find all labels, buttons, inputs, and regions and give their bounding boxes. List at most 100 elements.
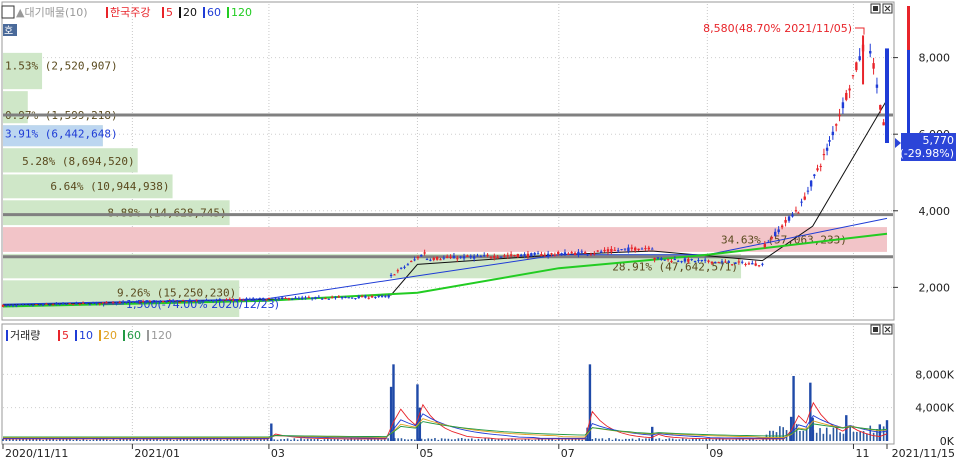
volume-bar	[404, 439, 406, 441]
candle	[754, 260, 757, 267]
volume-bar	[313, 439, 316, 441]
legend-item-supply[interactable]: ▲대기매물(10)	[16, 6, 88, 19]
candle	[855, 61, 858, 73]
legend-ma-60[interactable]: 60	[207, 6, 221, 19]
high-annotation-pointer	[855, 27, 865, 35]
volume-bar	[688, 439, 691, 441]
candle	[317, 295, 321, 298]
legend-ma-5[interactable]: 5	[166, 6, 173, 19]
volume-profile-bin: 3.91% (6,442,648)	[3, 125, 118, 147]
volume-bar	[189, 439, 192, 441]
volume-bar	[159, 439, 162, 441]
candle	[340, 296, 344, 300]
legend-ma-20[interactable]: 20	[183, 6, 197, 19]
volume-maximize-icon-inner	[873, 327, 878, 332]
volume-bar	[460, 438, 463, 441]
volume-bar	[306, 438, 309, 441]
volume-bar	[172, 439, 175, 441]
volume-bar	[882, 426, 885, 441]
volume-bar	[363, 439, 366, 441]
volume-profile-label: 5.28% (8,694,520)	[22, 155, 135, 168]
candle	[787, 215, 791, 223]
volume-bar	[872, 432, 875, 441]
volume-bar	[256, 439, 259, 441]
volume-bar	[290, 439, 292, 441]
volume-bar	[521, 439, 523, 441]
volume-bar	[712, 439, 714, 441]
x-tick-label: 11	[855, 447, 869, 460]
volume-bar	[410, 439, 413, 441]
volume-bar	[852, 431, 855, 441]
volume-legend-ma-60[interactable]: 60	[127, 329, 141, 342]
x-tick-label: 05	[419, 447, 433, 460]
current-price-value: 5,770	[923, 134, 955, 147]
volume-bar	[330, 439, 332, 441]
legend-ma-120[interactable]: 120	[231, 6, 252, 19]
candle	[809, 180, 813, 191]
volume-bar	[625, 438, 627, 441]
volume-bar	[702, 439, 704, 441]
volume-bar	[678, 439, 681, 441]
x-tick-label: 2021/11/15	[892, 447, 955, 460]
volume-bar	[487, 438, 490, 441]
volume-bar	[320, 439, 322, 441]
candle	[825, 143, 829, 156]
volume-profile-bin: 1.53% (2,520,907)	[3, 52, 118, 90]
volume-ma-line	[3, 413, 888, 439]
volume-bar	[216, 439, 219, 441]
volume-bar	[407, 439, 409, 441]
volume-bar	[85, 439, 88, 441]
volume-bar-spike	[270, 423, 273, 441]
volume-bar	[477, 438, 480, 441]
volume-bar	[219, 439, 222, 441]
volume-bar	[799, 430, 801, 441]
candle	[822, 148, 826, 161]
volume-bar	[467, 438, 470, 441]
volume-bar	[15, 439, 18, 441]
volume-bar	[829, 434, 831, 441]
volume-bar	[675, 439, 677, 441]
volume-bar	[92, 439, 95, 441]
volume-bar	[249, 439, 252, 441]
ma-swatch	[162, 7, 164, 18]
legend-item-stock[interactable]: 한국주강	[110, 6, 150, 19]
volume-bar	[735, 439, 738, 441]
volume-bar	[316, 438, 319, 441]
volume-profile-label: 3.91% (6,442,648)	[5, 127, 118, 140]
volume-bar	[139, 439, 142, 441]
volume-legend-ma-20[interactable]: 20	[103, 329, 117, 342]
volume-bar	[534, 439, 537, 441]
volume-bar	[755, 439, 758, 441]
volume-bar	[360, 439, 363, 441]
stock-chart[interactable]: 1.53% (2,520,907) 0.97% (1,599,218) 3.91% …	[0, 0, 957, 460]
volume-legend-title[interactable]: 거래량	[10, 329, 40, 342]
price-tick-label: 2,000	[919, 281, 951, 294]
volume-bar	[276, 439, 279, 441]
volume-legend-ma-5[interactable]: 5	[62, 329, 69, 342]
volume-ma-swatch	[147, 330, 149, 341]
volume-bar	[310, 438, 312, 441]
volume-profile-label: 1.53% (2,520,907)	[5, 59, 118, 72]
volume-bar	[424, 439, 426, 441]
current-price-change: (-29.98%)	[900, 147, 955, 160]
candle	[367, 296, 370, 300]
volume-bar	[223, 439, 225, 441]
volume-bar	[106, 439, 108, 441]
volume-legend-ma-10[interactable]: 10	[79, 329, 93, 342]
volume-bar	[635, 439, 637, 441]
volume-bar	[293, 438, 296, 441]
price-legend-swatch[interactable]	[1, 5, 15, 19]
volume-bar	[72, 439, 75, 441]
volume-bar	[859, 431, 862, 441]
volume-bar	[166, 439, 168, 441]
volume-bar	[648, 438, 651, 441]
candle	[744, 262, 747, 267]
volume-bar	[450, 439, 453, 441]
volume-profile-bin: 34.63% (57,063,233)	[3, 227, 887, 252]
x-tick-label: 07	[561, 447, 575, 460]
candle	[284, 296, 287, 299]
volume-bar	[323, 439, 326, 441]
volume-bar	[373, 439, 376, 441]
volume-bar	[79, 439, 81, 441]
volume-legend-ma-120[interactable]: 120	[151, 329, 172, 342]
